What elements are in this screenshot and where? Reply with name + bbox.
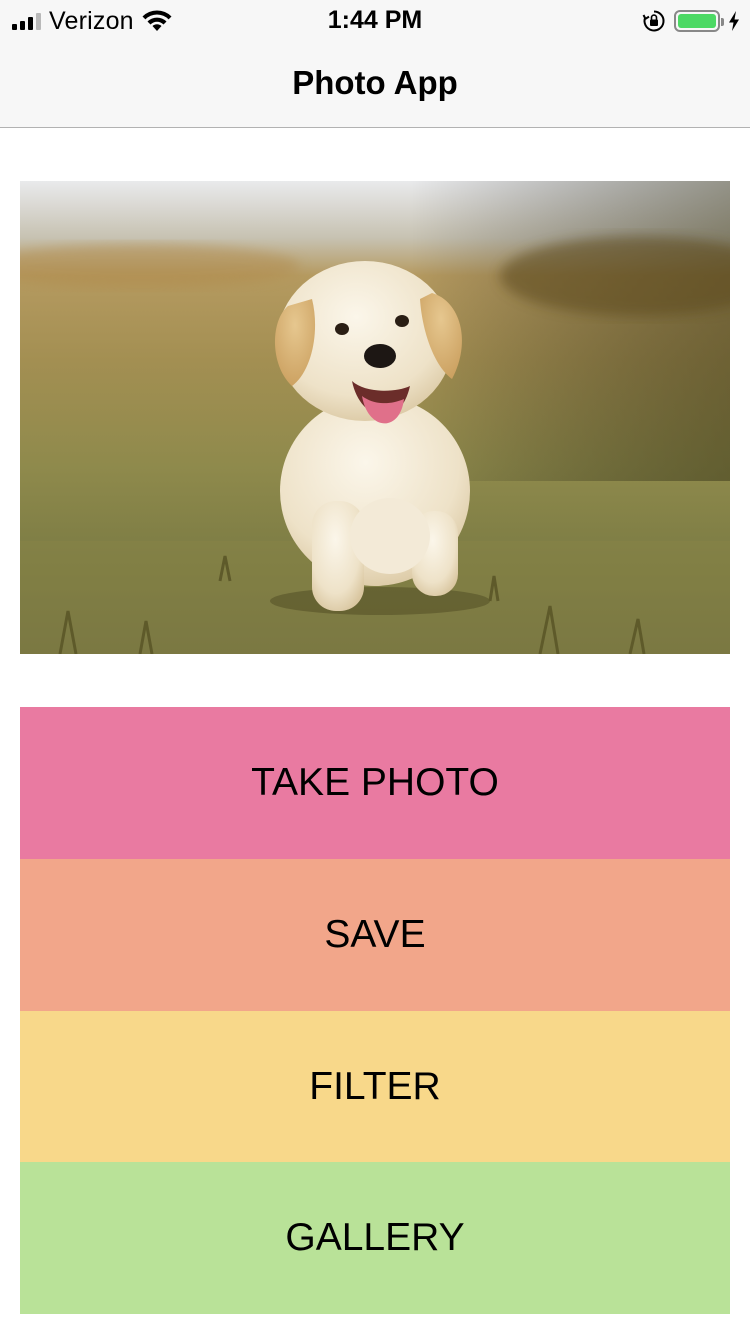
navigation-bar: Photo App (0, 40, 750, 128)
filter-label: FILTER (309, 1065, 441, 1108)
take-photo-button[interactable]: TAKE PHOTO (20, 707, 730, 859)
puppy-photo (20, 181, 730, 654)
take-photo-label: TAKE PHOTO (251, 761, 499, 804)
page-title: Photo App (292, 64, 458, 101)
status-time: 1:44 PM (327, 6, 423, 34)
filter-button[interactable]: FILTER (20, 1011, 730, 1163)
battery-icon (674, 10, 724, 32)
orientation-lock-icon (642, 10, 665, 32)
charging-bolt-icon (729, 11, 739, 31)
save-label: SAVE (324, 913, 426, 956)
status-bar: Verizon 1:44 PM (0, 0, 750, 40)
status-right (642, 8, 740, 34)
gallery-label: GALLERY (285, 1216, 465, 1259)
gallery-button[interactable]: GALLERY (20, 1162, 730, 1314)
save-button[interactable]: SAVE (20, 859, 730, 1011)
